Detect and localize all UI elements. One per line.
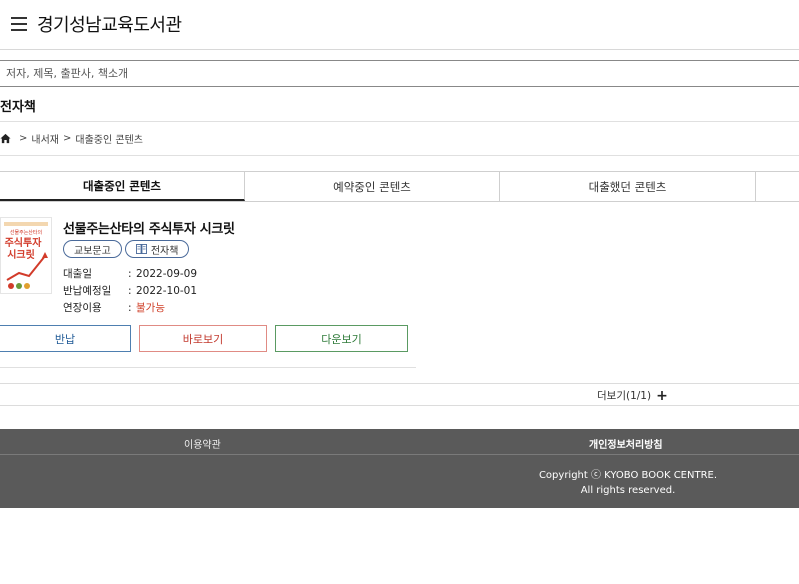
divider: [0, 121, 799, 122]
ebook-type-label: 전자책: [150, 245, 179, 257]
breadcrumb-separator: >: [19, 132, 28, 144]
tab-history[interactable]: 대출했던 콘텐츠: [500, 172, 756, 201]
field-colon: :: [128, 267, 132, 280]
copyright-line1: Copyright ⓒ KYOBO BOOK CENTRE.: [538, 470, 718, 481]
plus-icon: +: [656, 387, 668, 404]
publisher-badge: 교보문고: [63, 240, 122, 258]
section-title: 전자책: [0, 100, 36, 115]
field-colon: :: [128, 284, 132, 297]
book-title[interactable]: 선물주는산타의 주식투자 시크릿: [63, 218, 235, 237]
menu-line: [11, 17, 27, 19]
copyright: Copyright ⓒ KYOBO BOOK CENTRE. All right…: [520, 468, 736, 498]
breadcrumb-separator: >: [63, 132, 72, 144]
more-label: 더보기(1/1): [597, 390, 652, 402]
breadcrumb-item-current: 대출중인 콘텐츠: [75, 134, 143, 146]
privacy-policy-link[interactable]: 개인정보처리방침: [589, 436, 663, 451]
search-bar: [0, 60, 799, 87]
due-date-value: 2022-10-01: [136, 284, 198, 297]
extension-status: 불가능: [136, 302, 165, 314]
cover-text-main2: 시크릿: [7, 249, 35, 261]
search-input[interactable]: [0, 61, 799, 86]
info-row-due-date: 반납예정일 : 2022-10-01: [63, 282, 197, 299]
book-info: 대출일 : 2022-09-09 반납예정일 : 2022-10-01 연장이용…: [63, 265, 197, 316]
download-button[interactable]: 다운보기: [275, 325, 408, 352]
divider: [0, 367, 416, 368]
open-book-icon: [135, 244, 147, 254]
terms-link[interactable]: 이용약관: [184, 436, 221, 451]
field-colon: :: [128, 301, 132, 314]
breadcrumb-item-library[interactable]: 내서재: [31, 131, 59, 146]
tab-reserved[interactable]: 예약중인 콘텐츠: [245, 172, 500, 201]
cover-text-top: 선물주는산타의: [10, 229, 42, 236]
footer: 이용약관 개인정보처리방침 Copyright ⓒ KYOBO BOOK CEN…: [0, 429, 799, 508]
tab-borrowed[interactable]: 대출중인 콘텐츠: [0, 172, 245, 201]
extension-label: 연장이용: [63, 302, 102, 314]
breadcrumb: > 내서재 > 대출중인 콘텐츠: [0, 131, 143, 146]
ebook-type-badge: 전자책: [124, 240, 190, 258]
divider: [0, 155, 799, 156]
cover-text-main1: 주식투자: [5, 236, 43, 249]
book-cover-image: 선물주는산타의 주식투자 시크릿: [1, 218, 51, 293]
due-date-label: 반납예정일: [63, 285, 112, 297]
copyright-line2: All rights reserved.: [580, 485, 676, 496]
publisher-badge-label: 교보문고: [74, 245, 111, 257]
content-tabs: 대출중인 콘텐츠 예약중인 콘텐츠 대출했던 콘텐츠: [0, 171, 799, 202]
view-now-button[interactable]: 바로보기: [139, 325, 267, 352]
more-bar: 더보기(1/1) +: [0, 383, 799, 406]
menu-line: [11, 23, 27, 25]
loan-date-value: 2022-09-09: [136, 267, 198, 280]
menu-line: [11, 29, 27, 31]
app-header: 경기성남교육도서관: [0, 0, 799, 50]
info-row-loan-date: 대출일 : 2022-09-09: [63, 265, 197, 282]
more-link[interactable]: 더보기(1/1) +: [597, 388, 668, 403]
site-title[interactable]: 경기성남교육도서관: [37, 11, 182, 37]
info-row-extension: 연장이용 : 불가능: [63, 299, 197, 316]
footer-links: 이용약관 개인정보처리방침: [0, 429, 799, 455]
book-cover[interactable]: 선물주는산타의 주식투자 시크릿: [0, 217, 52, 294]
loan-date-label: 대출일: [63, 268, 92, 280]
book-badges: 교보문고 전자책: [63, 240, 190, 258]
hamburger-menu-icon[interactable]: [11, 16, 27, 31]
return-button[interactable]: 반납: [0, 325, 131, 352]
home-icon[interactable]: [0, 133, 11, 144]
tab-empty: [756, 172, 799, 201]
